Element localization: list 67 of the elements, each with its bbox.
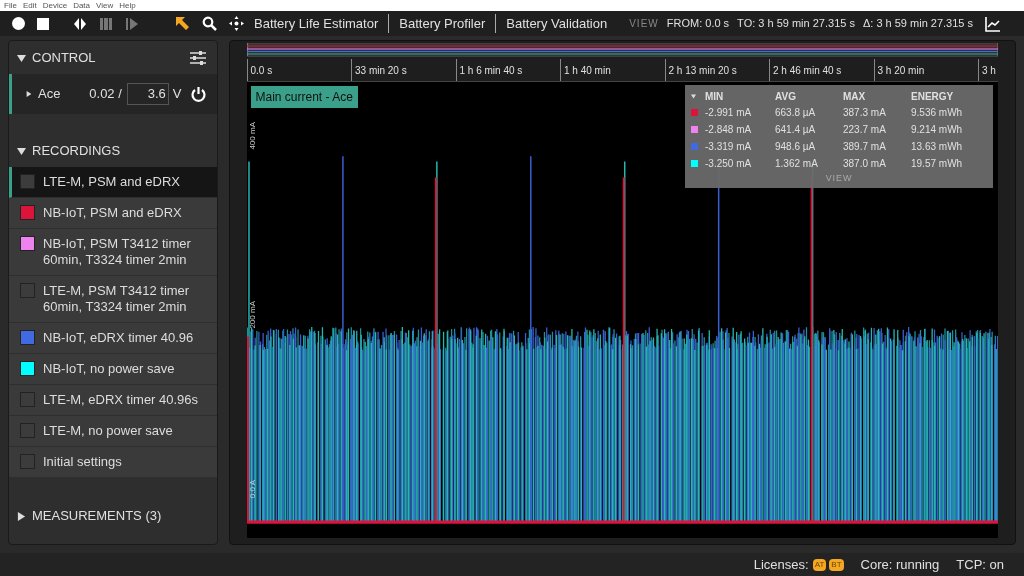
- y-tick-label: 200 mA: [247, 300, 258, 329]
- view-label: VIEW: [629, 17, 659, 31]
- view-from: FROM: 0.0 s: [666, 16, 730, 32]
- table-cell-text: 13.63 mWh: [911, 140, 964, 154]
- table-cell-text: 663.8 µA: [775, 106, 817, 120]
- nav-tab[interactable]: Battery Profiler: [388, 13, 496, 34]
- view-to: TO: 3 h 59 min 27.315 s: [737, 16, 855, 32]
- menu-item[interactable]: Help: [119, 1, 136, 10]
- table-cell-text: -3.319 mA: [705, 140, 753, 154]
- recording-item[interactable]: NB-IoT, no power save: [9, 354, 217, 385]
- table-cell-text: 387.3 mA: [843, 106, 887, 120]
- current-reading: 0.02 /: [89, 85, 122, 104]
- column-header: AVG: [775, 89, 797, 104]
- nav-tab[interactable]: Battery Validation: [495, 13, 618, 34]
- trace-label: Main current - Ace: [250, 86, 358, 108]
- menu-item[interactable]: Data: [73, 1, 91, 10]
- recording-item[interactable]: Initial settings: [9, 447, 217, 478]
- column-header: MIN: [705, 89, 725, 104]
- table-cell-text: 19.57 mWh: [911, 157, 964, 171]
- recording-label: LTE-M, no power save: [43, 423, 173, 439]
- voltage-unit: V: [172, 85, 182, 104]
- recording-item[interactable]: NB-IoT, PSM T3412 timer 60min, T3324 timer 2min: [9, 229, 217, 276]
- y-tick-label: 400 mA: [247, 122, 258, 150]
- core-status: Core: running: [860, 555, 940, 574]
- table-cell-text: -2.848 mA: [705, 123, 753, 137]
- menu-item[interactable]: Device: [42, 1, 68, 10]
- table-cell-text: 641.4 µA: [775, 123, 817, 137]
- recording-item[interactable]: LTE-M, no power save: [9, 416, 217, 447]
- menu-item[interactable]: File: [4, 1, 17, 10]
- license-badge: AT: [812, 558, 827, 571]
- recording-item[interactable]: NB-IoT, PSM and eDRX: [9, 198, 217, 229]
- table-cell-text: -3.250 mA: [705, 157, 753, 171]
- column-header: MAX: [843, 89, 867, 104]
- recording-item[interactable]: NB-IoT, eDRX timer 40.96: [9, 323, 217, 354]
- recording-label: LTE-M, eDRX timer 40.96s: [43, 392, 199, 408]
- table-cell-text: 948.6 µA: [775, 140, 817, 154]
- section-title[interactable]: MEASUREMENTS (3): [32, 506, 162, 526]
- table-cell-text: 389.7 mA: [843, 140, 887, 154]
- section-title[interactable]: RECORDINGS: [32, 141, 121, 161]
- tcp-status: TCP: on: [956, 555, 1004, 574]
- licenses-label: Licenses:: [753, 555, 809, 574]
- recording-label: NB-IoT, PSM T3412 timer 60min, T3324 timer 2min: [43, 236, 192, 268]
- table-cell-text: 1.362 mA: [775, 157, 819, 171]
- recording-label: Initial settings: [43, 454, 122, 470]
- nav-tab[interactable]: Battery Life Estimator: [244, 13, 389, 34]
- y-tick-label: 0.0 A: [247, 479, 258, 498]
- recording-label: NB-IoT, PSM and eDRX: [43, 205, 182, 221]
- table-cell-text: 9.214 mWh: [911, 123, 964, 137]
- license-badge: BT: [829, 558, 844, 571]
- recording-label: NB-IoT, eDRX timer 40.96: [43, 330, 194, 346]
- column-header: ENERGY: [911, 89, 955, 104]
- menu-item[interactable]: View: [96, 1, 114, 10]
- recording-item[interactable]: LTE-M, eDRX timer 40.96s: [9, 385, 217, 416]
- table-cell-text: 387.0 mA: [843, 157, 887, 171]
- menu-item[interactable]: Edit: [22, 1, 37, 10]
- table-cell-text: -2.991 mA: [705, 106, 753, 120]
- device-name: Ace: [38, 85, 61, 104]
- table-cell-text: 223.7 mA: [843, 123, 887, 137]
- section-title[interactable]: CONTROL: [32, 48, 96, 68]
- recording-label: NB-IoT, no power save: [43, 361, 175, 377]
- voltage-field[interactable]: 3.6: [126, 83, 169, 105]
- recording-item[interactable]: LTE-M, PSM T3412 timer 60min, T3324 timer 2min: [9, 276, 217, 323]
- table-cell-text: 9.536 mWh: [911, 106, 964, 120]
- view-delta: Δ: 3 h 59 min 27.315 s: [862, 16, 973, 32]
- recording-label: LTE-M, PSM and eDRX: [43, 174, 181, 190]
- recording-label: LTE-M, PSM T3412 timer 60min, T3324 timer 2min: [43, 283, 191, 315]
- recording-item[interactable]: LTE-M, PSM and eDRX: [9, 167, 217, 198]
